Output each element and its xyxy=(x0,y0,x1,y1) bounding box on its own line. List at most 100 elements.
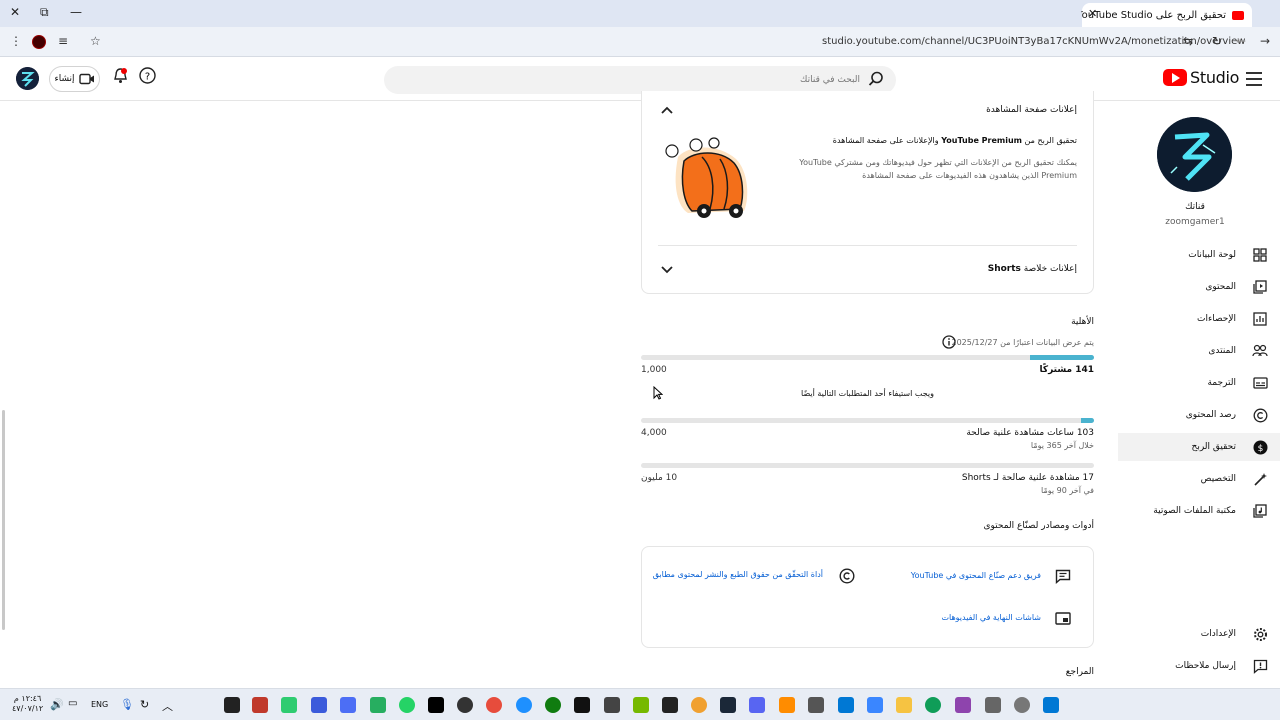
create-button[interactable]: إنشاء xyxy=(49,66,100,92)
mouse-cursor-icon xyxy=(653,386,663,400)
epic-games-icon[interactable] xyxy=(224,697,240,713)
app-icon-5[interactable] xyxy=(370,697,386,713)
chat-icon xyxy=(1055,569,1071,584)
video-camera-icon xyxy=(78,73,94,85)
window-restore-icon[interactable]: ⧉ xyxy=(40,5,49,20)
browser-tab[interactable]: تحقيق الربح على YouTube Studio ✕ xyxy=(1082,3,1252,27)
language-indicator[interactable]: ENG xyxy=(91,700,108,709)
network-icon[interactable]: ▭ xyxy=(68,698,77,709)
app-icon-10[interactable] xyxy=(604,697,620,713)
studio-logo[interactable]: Studio xyxy=(1163,68,1239,87)
sidebar-item-dashboard[interactable]: لوحة البيانات xyxy=(1118,241,1280,269)
subscribers-progress-bar xyxy=(641,355,1094,360)
app-icon-6[interactable] xyxy=(457,697,473,713)
notifications-icon[interactable] xyxy=(112,67,129,84)
rockstar-icon[interactable] xyxy=(428,697,444,713)
app-icon-3[interactable] xyxy=(311,697,327,713)
site-settings-icon[interactable]: ⇆ xyxy=(1183,34,1193,48)
tray-chevron-icon[interactable]: ︿ xyxy=(162,698,173,714)
chrome-icon[interactable] xyxy=(691,697,707,713)
reading-list-icon[interactable]: ≡ xyxy=(58,34,68,48)
account-avatar[interactable] xyxy=(16,67,39,90)
edge-icon[interactable] xyxy=(925,697,941,713)
sidebar-item-settings[interactable]: الإعدادات xyxy=(1118,620,1280,648)
channel-avatar[interactable] xyxy=(1157,117,1232,192)
file-explorer-icon[interactable] xyxy=(896,697,912,713)
forward-icon[interactable]: ← xyxy=(1236,34,1246,48)
chevron-down-icon[interactable] xyxy=(660,265,674,275)
eligibility-title: الأهلية xyxy=(1071,317,1094,327)
app-icon-11[interactable] xyxy=(779,697,795,713)
copilot-icon[interactable] xyxy=(955,697,971,713)
watch-hours-count: 103 ساعات مشاهدة علنية صالحة xyxy=(966,428,1094,438)
search-icon[interactable] xyxy=(868,71,884,87)
window-close-icon[interactable]: ✕ xyxy=(10,5,20,19)
sidebar-item-copyright[interactable]: رصد المحتوى xyxy=(1118,401,1280,429)
premium-title: تحقيق الربح من YouTube Premium والإعلانا… xyxy=(832,136,1077,145)
store-icon[interactable] xyxy=(867,697,883,713)
sync-icon[interactable]: ↻ xyxy=(140,698,149,711)
volume-icon[interactable]: 🔊 xyxy=(50,698,64,711)
tab-close-icon[interactable]: ✕ xyxy=(1088,7,1097,20)
end-screen-icon xyxy=(1055,612,1071,625)
shorts-feed-ads-header[interactable]: إعلانات خلاصة Shorts xyxy=(988,264,1077,274)
subscribers-count: 141 مشتركًا xyxy=(1039,365,1094,375)
sidebar-item-customization[interactable]: التخصيص xyxy=(1118,465,1280,493)
subscribers-progress-fill xyxy=(1030,355,1094,360)
app-icon-1[interactable] xyxy=(252,697,268,713)
nvidia-icon[interactable] xyxy=(633,697,649,713)
sidebar-item-content[interactable]: المحتوى xyxy=(1118,273,1280,301)
watch-page-ads-card: إعلانات صفحة المشاهدة تحقيق الربح من You… xyxy=(641,91,1094,294)
sidebar: قناتك zoomgamer1 لوحة البيانات المحتوى ا… xyxy=(1110,101,1280,688)
sidebar-item-analytics[interactable]: الإحصاءات xyxy=(1118,305,1280,333)
shorts-views-period: في آخر 90 يومًا xyxy=(1041,486,1094,495)
outlook-icon[interactable] xyxy=(838,697,854,713)
copyright-tool-icon xyxy=(839,568,855,584)
task-view-icon[interactable] xyxy=(985,697,1001,713)
bookmark-star-icon[interactable]: ☆ xyxy=(90,34,101,48)
sidebar-item-feedback[interactable]: إرسال ملاحظات xyxy=(1118,652,1280,680)
menu-dots-icon[interactable]: ⋮ xyxy=(10,34,22,48)
app-icon-8[interactable] xyxy=(516,697,532,713)
sidebar-item-audio-library[interactable]: مكتبة الملفات الصوتية xyxy=(1118,497,1280,525)
url-text[interactable]: studio.youtube.com/channel/UC3PUoiNT3yBa… xyxy=(822,36,1245,47)
app-icon-2[interactable] xyxy=(281,697,297,713)
shorts-views-progress-bar xyxy=(641,463,1094,468)
sidebar-item-monetization[interactable]: $ تحقيق الربح xyxy=(1118,433,1280,461)
reload-icon[interactable]: ↻ xyxy=(1212,34,1222,48)
microphone-icon[interactable]: 🎙 xyxy=(120,698,134,711)
search-input[interactable] xyxy=(440,70,860,90)
end-screens-link[interactable]: شاشات النهاية في الفيديوهات xyxy=(941,613,1041,622)
whatsapp-icon[interactable] xyxy=(399,697,415,713)
creator-support-link[interactable]: فريق دعم صنّاع المحتوى في YouTube xyxy=(911,571,1041,580)
help-icon[interactable]: ? xyxy=(139,67,156,84)
svg-text:$: $ xyxy=(1257,444,1263,454)
info-icon[interactable] xyxy=(942,335,956,349)
epic-launcher-icon[interactable] xyxy=(662,697,678,713)
tools-title: أدوات ومصادر لصنّاع المحتوى xyxy=(983,521,1094,531)
search-box[interactable] xyxy=(384,66,896,94)
profile-icon[interactable] xyxy=(32,35,46,49)
sidebar-item-subtitles[interactable]: الترجمة xyxy=(1118,369,1280,397)
window-minimize-icon[interactable]: — xyxy=(70,5,82,19)
hamburger-menu-icon[interactable] xyxy=(1246,72,1262,86)
app-icon-7[interactable] xyxy=(486,697,502,713)
xbox-icon[interactable] xyxy=(545,697,561,713)
discord-icon[interactable] xyxy=(749,697,765,713)
windows-start-icon[interactable] xyxy=(1043,697,1059,713)
taskbar-search-icon[interactable] xyxy=(1014,697,1030,713)
copyright-match-tool-link[interactable]: أداة التحقّق من حقوق الطبع والنشر لمحتوى… xyxy=(653,569,823,580)
page-scrollbar[interactable] xyxy=(2,410,5,630)
app-icon-4[interactable] xyxy=(340,697,356,713)
tab-title: تحقيق الربح على YouTube Studio xyxy=(1082,9,1226,21)
sidebar-item-community[interactable]: المنتدى xyxy=(1118,337,1280,365)
steam-icon[interactable] xyxy=(720,697,736,713)
os-taskbar: ١٢:٤٦ م ٤٧/٠٧/١٢ 🔊 ▭ ENG 🎙 ↻ ︿ xyxy=(0,688,1280,720)
premium-illustration xyxy=(665,137,748,218)
app-icon-9[interactable] xyxy=(574,697,590,713)
back-icon[interactable]: → xyxy=(1260,34,1270,48)
chevron-up-icon[interactable] xyxy=(660,105,674,115)
app-icon-12[interactable] xyxy=(808,697,824,713)
taskbar-clock[interactable]: ١٢:٤٦ م ٤٧/٠٧/١٢ xyxy=(12,694,43,714)
one-of-requirements-text: ويجب استيفاء أحد المتطلبات التالية أيضًا xyxy=(801,389,934,398)
